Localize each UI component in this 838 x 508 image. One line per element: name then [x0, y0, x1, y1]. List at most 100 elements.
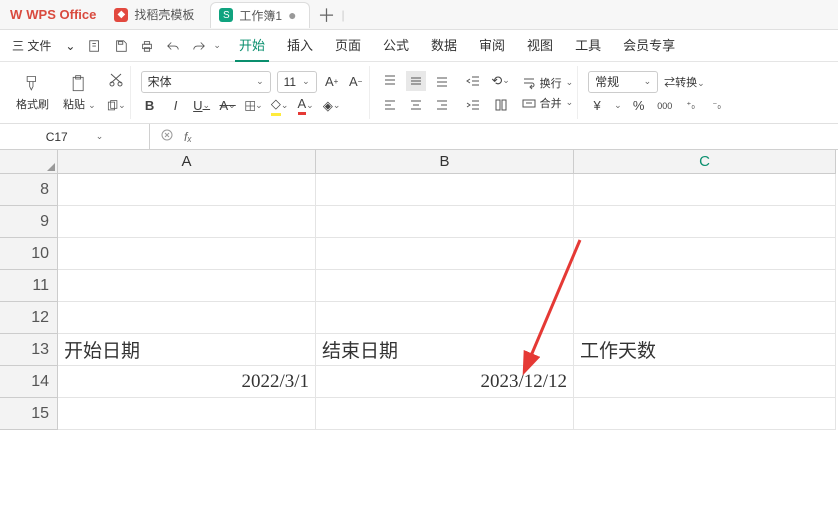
new-icon[interactable] [83, 34, 107, 58]
indent-inc-icon[interactable] [464, 96, 482, 114]
app-name: WPS Office [26, 7, 96, 22]
file-menu-caret[interactable]: ⌄ [59, 35, 81, 57]
qat-more-icon[interactable]: ⌄ [213, 40, 221, 51]
cell[interactable] [58, 270, 316, 302]
tab-modified-dot: ● [288, 7, 296, 23]
cell[interactable] [58, 302, 316, 334]
italic-button[interactable]: I [167, 97, 185, 115]
row-header[interactable]: 13 [0, 334, 58, 366]
align-center-icon[interactable] [406, 95, 426, 115]
row-header[interactable]: 8 [0, 174, 58, 206]
name-box[interactable]: C17 ⌄ [0, 124, 150, 149]
cell[interactable] [58, 174, 316, 206]
tab-formula[interactable]: 公式 [379, 29, 413, 62]
row-header[interactable]: 15 [0, 398, 58, 430]
font-size-down-icon[interactable]: A− [347, 73, 365, 91]
font-size-up-icon[interactable]: A+ [323, 73, 341, 91]
font-name-select[interactable]: 宋体⌄ [141, 71, 271, 93]
format-brush-button[interactable]: 格式刷 [12, 72, 53, 114]
cell[interactable] [316, 174, 574, 206]
cell[interactable] [316, 270, 574, 302]
cut-icon[interactable] [106, 70, 126, 90]
cell[interactable] [58, 398, 316, 430]
fx-icon[interactable]: fₓ [184, 130, 192, 144]
align-middle-icon[interactable] [406, 71, 426, 91]
select-all-corner[interactable] [0, 150, 58, 174]
cell[interactable] [574, 398, 836, 430]
font-color-button[interactable]: A⌄ [297, 97, 315, 115]
cell[interactable] [316, 302, 574, 334]
indent-dec-icon[interactable] [464, 72, 482, 90]
align-bottom-icon[interactable] [432, 71, 452, 91]
tab-data[interactable]: 数据 [427, 29, 461, 62]
cell[interactable] [574, 302, 836, 334]
row-header[interactable]: 14 [0, 366, 58, 398]
print-icon[interactable] [135, 34, 159, 58]
cancel-fx-icon[interactable] [160, 128, 174, 145]
paste-label: 粘贴 ⌄ [63, 96, 96, 112]
underline-button[interactable]: U⌄ [193, 97, 211, 115]
cell[interactable]: 工作天数 [574, 334, 836, 366]
row-header[interactable]: 10 [0, 238, 58, 270]
cell[interactable] [574, 366, 836, 398]
new-tab-button[interactable]: ＋ [318, 2, 336, 28]
distribute-icon[interactable] [492, 96, 510, 114]
name-box-caret-icon[interactable]: ⌄ [96, 131, 104, 142]
row-header[interactable]: 12 [0, 302, 58, 334]
merge-button[interactable]: 合并⌄ [522, 95, 574, 111]
number-format-select[interactable]: 常规⌄ [588, 71, 658, 93]
align-left-icon[interactable] [380, 95, 400, 115]
cell[interactable] [316, 398, 574, 430]
paste-button[interactable]: 粘贴 ⌄ [59, 72, 100, 114]
cell[interactable]: 开始日期 [58, 334, 316, 366]
cell[interactable] [316, 206, 574, 238]
cell[interactable]: 2023/12/12 [316, 366, 574, 398]
spreadsheet-icon: S [219, 8, 233, 22]
wrap-button[interactable]: 换行⌄ [522, 75, 574, 91]
col-header-b[interactable]: B [316, 150, 574, 174]
cell[interactable] [58, 206, 316, 238]
percent-button[interactable]: % [630, 97, 648, 115]
file-menu[interactable]: 三 文件 [6, 33, 57, 58]
clear-format-icon[interactable]: ◈⌄ [323, 97, 341, 115]
thousand-button[interactable]: 000 [656, 97, 674, 115]
cell[interactable] [574, 238, 836, 270]
undo-icon[interactable] [161, 34, 185, 58]
convert-button[interactable]: ⇄转换⌄ [664, 74, 705, 90]
bold-button[interactable]: B [141, 97, 159, 115]
cell[interactable] [574, 174, 836, 206]
tab-start[interactable]: 开始 [235, 29, 269, 62]
cell[interactable]: 结束日期 [316, 334, 574, 366]
tab-tools[interactable]: 工具 [571, 29, 605, 62]
font-size-select[interactable]: 11⌄ [277, 71, 317, 93]
tab-template[interactable]: ◆ 找稻壳模板 [106, 2, 206, 28]
align-right-icon[interactable] [432, 95, 452, 115]
col-header-c[interactable]: C [574, 150, 836, 174]
dec-dec-button[interactable]: ⁻₀ [708, 97, 726, 115]
tab-insert[interactable]: 插入 [283, 29, 317, 62]
row-header[interactable]: 9 [0, 206, 58, 238]
wps-logo-icon: W [10, 7, 22, 22]
col-header-a[interactable]: A [58, 150, 316, 174]
tab-review[interactable]: 审阅 [475, 29, 509, 62]
cell[interactable] [316, 238, 574, 270]
save-icon[interactable] [109, 34, 133, 58]
tab-page[interactable]: 页面 [331, 29, 365, 62]
tab-workbook[interactable]: S 工作簿1 ● [210, 2, 309, 28]
strike-button[interactable]: A⌄ [219, 97, 237, 115]
cell[interactable] [58, 238, 316, 270]
tab-member[interactable]: 会员专享 [619, 29, 679, 62]
cell[interactable] [574, 206, 836, 238]
redo-icon[interactable] [187, 34, 211, 58]
copy-icon[interactable]: ⌄ [106, 96, 126, 116]
border-button[interactable]: ⌄ [245, 97, 263, 115]
orientation-icon[interactable]: ⟲⌄ [492, 72, 510, 90]
tab-view[interactable]: 视图 [523, 29, 557, 62]
fill-color-button[interactable]: ◇⌄ [271, 97, 289, 115]
cell[interactable]: 2022/3/1 [58, 366, 316, 398]
currency-button[interactable]: ¥ [588, 97, 606, 115]
row-header[interactable]: 11 [0, 270, 58, 302]
dec-inc-button[interactable]: ⁺₀ [682, 97, 700, 115]
cell[interactable] [574, 270, 836, 302]
align-top-icon[interactable] [380, 71, 400, 91]
